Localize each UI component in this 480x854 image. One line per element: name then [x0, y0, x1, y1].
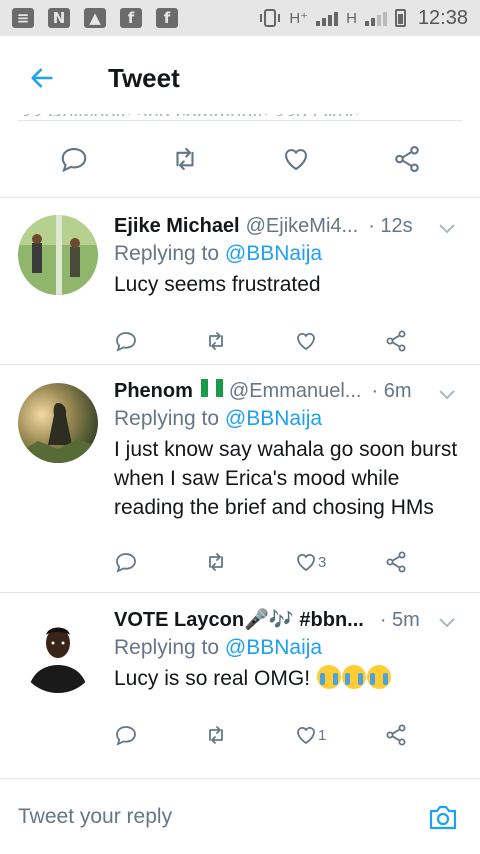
facebook-icon: f	[120, 8, 142, 28]
share-button[interactable]	[384, 723, 408, 747]
back-arrow-icon[interactable]	[28, 64, 56, 92]
nigeria-flag-icon	[200, 379, 223, 397]
retweet-icon	[209, 332, 223, 350]
author-name[interactable]: VOTE Laycon🎤🎶 #bbn...	[114, 607, 364, 632]
share-icon	[386, 330, 406, 352]
author-name[interactable]: Phenom	[114, 380, 193, 403]
retweet-icon	[209, 553, 223, 571]
retweet-icon	[209, 726, 223, 744]
app-header: Tweet	[0, 36, 480, 120]
avatar[interactable]	[18, 383, 98, 463]
share-icon[interactable]	[392, 144, 422, 174]
retweet-icon[interactable]	[170, 144, 200, 174]
battery-icon	[394, 9, 406, 27]
replying-to-link[interactable]: @BBNaija	[225, 407, 322, 430]
like-count: 1	[318, 726, 327, 744]
reply-meta: Phenom @Emmanuel... · 6m	[114, 379, 464, 403]
main-tweet-actions	[0, 121, 480, 197]
reply-icon	[116, 553, 136, 573]
facebook-icon: f	[156, 8, 178, 28]
reply-text-row: Lucy is so real OMG!	[114, 664, 464, 693]
like-count: 3	[318, 553, 327, 571]
chevron-down-icon[interactable]	[438, 223, 456, 235]
author-handle[interactable]: @EjikeMi4...	[246, 215, 359, 238]
like-heart-icon[interactable]	[281, 144, 311, 174]
gallery-icon: ▲	[84, 8, 106, 28]
page-title: Tweet	[108, 62, 180, 93]
replying-prefix: Replying to	[114, 407, 225, 430]
network-type-1: H⁺	[289, 10, 309, 27]
like-heart-icon	[297, 332, 315, 350]
reply-icon[interactable]	[59, 144, 89, 174]
crying-emoji-icon	[316, 665, 341, 689]
reply-text: Lucy is so real OMG!	[114, 667, 311, 690]
replying-to: Replying to @BBNaija	[114, 636, 464, 660]
reply-input[interactable]	[18, 804, 428, 829]
like-heart-icon	[297, 553, 315, 571]
retweet-button[interactable]	[204, 550, 294, 574]
n-app-icon: N	[48, 8, 70, 28]
like-button[interactable]	[294, 329, 384, 353]
retweet-button[interactable]	[204, 329, 294, 353]
replying-prefix: Replying to	[114, 242, 225, 265]
reply-compose-bar	[0, 778, 480, 854]
avatar[interactable]	[18, 613, 98, 693]
chevron-down-icon[interactable]	[438, 389, 456, 401]
reply-icon	[116, 332, 136, 352]
like-heart-icon	[297, 726, 315, 744]
share-icon	[386, 551, 406, 573]
avatar[interactable]	[18, 215, 98, 295]
replying-to-link[interactable]: @BBNaija	[225, 242, 322, 265]
signal-icon	[316, 10, 339, 26]
clock: 12:38	[417, 6, 468, 29]
reply-actions	[114, 311, 464, 371]
status-bar: ≡ N ▲ f f H⁺ H 12:38	[0, 0, 480, 36]
reply-meta: Ejike Michael @EjikeMi4... · 12s	[114, 215, 464, 238]
crying-emoji-icon	[366, 665, 391, 689]
chevron-down-icon[interactable]	[438, 617, 456, 629]
share-button[interactable]	[384, 550, 408, 574]
replying-to-link[interactable]: @BBNaija	[225, 636, 322, 659]
signal-icon	[364, 10, 387, 26]
timestamp: · 12s	[368, 215, 413, 237]
network-type-2: H	[346, 9, 357, 27]
reply-meta: VOTE Laycon🎤🎶 #bbn... · 5m	[114, 607, 464, 632]
like-button[interactable]: 3	[294, 550, 384, 574]
share-button[interactable]	[384, 329, 408, 353]
notes-icon: ≡	[12, 8, 34, 28]
reply-tweet[interactable]: VOTE Laycon🎤🎶 #bbn... · 5m Replying to @…	[0, 593, 480, 757]
reply-actions: 3	[114, 532, 464, 592]
reply-tweet[interactable]: Ejike Michael @EjikeMi4... · 12s Replyin…	[0, 197, 480, 365]
vibrate-icon	[260, 9, 281, 27]
camera-icon[interactable]	[428, 803, 458, 831]
like-button[interactable]: 1	[294, 723, 384, 747]
retweet-button[interactable]	[204, 723, 294, 747]
reply-tweet[interactable]: Phenom @Emmanuel... · 6m Replying to @BB…	[0, 365, 480, 593]
author-handle[interactable]: @Emmanuel...	[229, 380, 362, 403]
replying-to: Replying to @BBNaija	[114, 407, 464, 431]
replying-prefix: Replying to	[114, 636, 225, 659]
replying-to: Replying to @BBNaija	[114, 242, 464, 266]
reply-button[interactable]	[114, 550, 204, 574]
reply-actions: 1	[114, 705, 464, 765]
reply-button[interactable]	[114, 723, 204, 747]
reply-text: Lucy seems frustrated	[114, 273, 321, 296]
timestamp: · 5m	[379, 609, 420, 631]
author-name[interactable]: Ejike Michael	[114, 215, 240, 238]
reply-button[interactable]	[114, 329, 204, 353]
timestamp: · 6m	[371, 380, 412, 402]
share-icon	[386, 724, 406, 746]
reply-icon	[116, 726, 136, 746]
crying-emoji-icon	[341, 665, 366, 689]
reply-text: I just know say wahala go soon burst whe…	[114, 438, 458, 519]
